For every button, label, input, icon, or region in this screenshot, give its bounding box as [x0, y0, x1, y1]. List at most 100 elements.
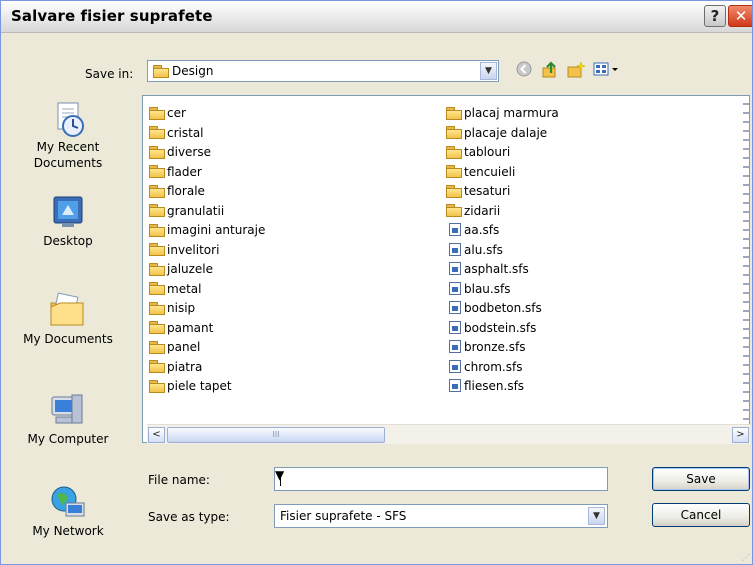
- folder-icon: [149, 145, 165, 159]
- folder-item[interactable]: cer: [149, 104, 186, 123]
- item-label: chrom.sfs: [464, 359, 523, 374]
- new-folder-icon[interactable]: [565, 61, 587, 83]
- folder-icon: [149, 106, 165, 120]
- cancel-button[interactable]: Cancel: [652, 503, 750, 527]
- file-name-label: File name:: [148, 473, 210, 487]
- file-list[interactable]: cer cristal diverse flader florale granulatii…: [142, 95, 750, 443]
- file-item[interactable]: chrom.sfs: [449, 358, 522, 377]
- folder-icon: [446, 184, 462, 198]
- save-in-dropdown[interactable]: Design ▼: [147, 60, 499, 82]
- folder-item[interactable]: cristal: [149, 124, 204, 143]
- file-item[interactable]: bodstein.sfs: [449, 319, 536, 338]
- file-item[interactable]: asphalt.sfs: [449, 260, 529, 279]
- save-as-type-dropdown[interactable]: Fisier suprafete - SFS ▼: [274, 504, 608, 528]
- file-item[interactable]: bronze.sfs: [449, 338, 525, 357]
- folder-icon: [149, 243, 165, 256]
- scroll-right-button[interactable]: >: [732, 427, 749, 443]
- folder-icon: [149, 204, 165, 217]
- my-network-icon: [48, 483, 88, 523]
- folder-item[interactable]: piele tapet: [149, 377, 232, 396]
- place-label: Desktop: [43, 234, 93, 248]
- file-item[interactable]: fliesen.sfs: [449, 377, 524, 396]
- item-label: tesaturi: [464, 184, 511, 198]
- folder-icon: [446, 145, 462, 159]
- back-icon[interactable]: [513, 61, 535, 83]
- place-my-network[interactable]: My Network: [6, 483, 130, 539]
- scroll-left-button[interactable]: <: [148, 427, 165, 443]
- item-label: cristal: [167, 125, 204, 140]
- item-label: invelitori: [167, 242, 220, 257]
- folder-icon: [153, 65, 169, 78]
- save-in-value: Design: [172, 64, 214, 78]
- file-item[interactable]: alu.sfs: [449, 241, 503, 260]
- up-folder-icon[interactable]: [539, 61, 561, 83]
- folder-item[interactable]: granulatii: [149, 202, 224, 221]
- place-desktop[interactable]: Desktop: [6, 193, 130, 249]
- folder-item[interactable]: nisip: [149, 299, 195, 318]
- folder-item[interactable]: tesaturi: [446, 182, 510, 201]
- place-my-documents[interactable]: My Documents: [6, 291, 130, 347]
- folder-item[interactable]: jaluzele: [149, 260, 213, 279]
- sfs-file-icon: [449, 223, 461, 236]
- save-dialog: Salvare fisier suprafete ? ✕ Save in: De…: [0, 0, 753, 565]
- folder-icon: [149, 282, 165, 295]
- folder-item[interactable]: flader: [149, 163, 202, 182]
- folder-icon: [446, 204, 462, 217]
- folder-icon: [149, 360, 165, 373]
- item-label: bodbeton.sfs: [464, 301, 542, 315]
- sfs-file-icon: [449, 262, 461, 275]
- folder-icon: [149, 262, 165, 276]
- folder-icon: [446, 165, 462, 178]
- folder-icon: [149, 126, 165, 139]
- item-label: placaj marmura: [464, 106, 559, 120]
- item-label: piele tapet: [167, 379, 232, 393]
- folder-item[interactable]: invelitori: [149, 241, 219, 260]
- folder-icon: [149, 184, 165, 198]
- folder-item[interactable]: tablouri: [446, 143, 510, 162]
- views-menu-icon[interactable]: [591, 61, 623, 83]
- folder-item[interactable]: piatra: [149, 358, 202, 377]
- folder-item[interactable]: panel: [149, 338, 200, 357]
- item-label: tencuieli: [464, 164, 516, 179]
- place-my-recent-documents[interactable]: My Recent Documents: [6, 99, 130, 171]
- folder-icon: [149, 340, 165, 354]
- file-name-input[interactable]: [277, 470, 577, 487]
- file-item[interactable]: aa.sfs: [449, 221, 499, 240]
- chevron-down-icon[interactable]: ▼: [480, 62, 497, 80]
- help-button[interactable]: ?: [704, 5, 726, 27]
- item-label: bodstein.sfs: [464, 320, 537, 335]
- item-label: cer: [167, 106, 186, 120]
- folder-item[interactable]: zidarii: [446, 202, 500, 221]
- file-item[interactable]: bodbeton.sfs: [449, 299, 542, 318]
- folder-item[interactable]: tencuieli: [446, 163, 515, 182]
- resize-grip[interactable]: ⋰: [742, 553, 750, 562]
- folder-item[interactable]: metal: [149, 280, 201, 299]
- chevron-down-icon[interactable]: ▼: [588, 507, 605, 525]
- folder-item[interactable]: florale: [149, 182, 205, 201]
- place-label: My Recent: [36, 140, 100, 154]
- folder-item[interactable]: placaje dalaje: [446, 124, 547, 143]
- folder-item[interactable]: pamant: [149, 319, 213, 338]
- place-my-computer[interactable]: My Computer: [6, 391, 130, 447]
- place-label: Documents: [33, 156, 103, 170]
- close-button[interactable]: ✕: [728, 5, 752, 27]
- title-bar[interactable]: Salvare fisier suprafete ? ✕: [1, 1, 752, 33]
- save-in-label: Save in:: [85, 67, 134, 81]
- scroll-thumb[interactable]: III: [167, 427, 385, 443]
- item-label: aa.sfs: [464, 223, 500, 237]
- my-computer-icon: [48, 391, 88, 431]
- place-label: My Network: [32, 524, 104, 538]
- item-label: pamant: [167, 320, 214, 335]
- folder-item[interactable]: diverse: [149, 143, 211, 162]
- sfs-file-icon: [449, 359, 461, 373]
- folder-item[interactable]: imagini anturaje: [149, 221, 265, 240]
- horizontal-scrollbar[interactable]: < III >: [147, 424, 750, 444]
- folder-item[interactable]: placaj marmura: [446, 104, 559, 123]
- file-item[interactable]: blau.sfs: [449, 280, 510, 299]
- item-label: fliesen.sfs: [464, 379, 525, 393]
- item-label: zidarii: [464, 203, 501, 218]
- save-button[interactable]: Save: [652, 467, 750, 491]
- folder-icon: [149, 223, 165, 237]
- item-label: flader: [167, 164, 202, 179]
- file-name-field[interactable]: ▼: [274, 467, 608, 491]
